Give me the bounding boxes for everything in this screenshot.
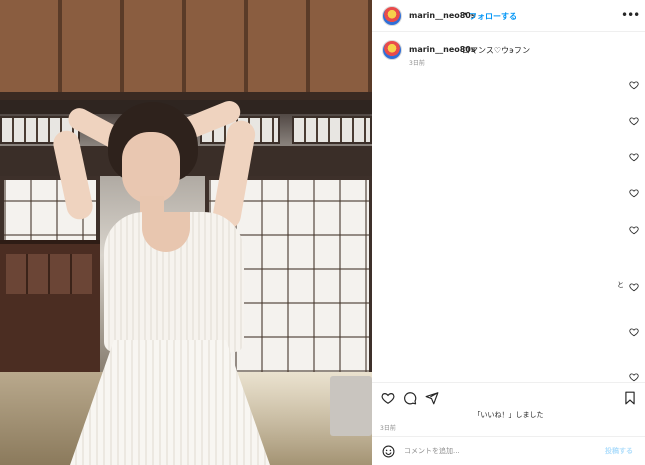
emoji-icon[interactable] [382, 445, 395, 458]
person-face [122, 132, 180, 204]
separator-dot: • [463, 10, 468, 19]
share-icon[interactable] [425, 391, 439, 405]
post-side-panel: marin__neo80s • フォローする ••• marin__neo80s… [372, 0, 645, 465]
heart-icon[interactable] [381, 391, 395, 405]
post-comment-button[interactable]: 投稿する [605, 446, 633, 456]
caption-avatar[interactable] [382, 40, 402, 60]
person-dress-top [104, 212, 244, 352]
comment-heart-icon[interactable] [629, 225, 639, 235]
avatar[interactable] [382, 6, 402, 26]
post-header: marin__neo80s • フォローする ••• [372, 0, 645, 32]
comment-heart-icon[interactable] [629, 80, 639, 90]
person-dress-skirt [70, 340, 270, 465]
truncated-comment-text: と [617, 281, 624, 289]
bookmark-icon[interactable] [623, 391, 637, 405]
action-bar [372, 382, 645, 410]
comment-heart-icon[interactable] [629, 372, 639, 382]
comment-heart-icon[interactable] [629, 116, 639, 126]
more-icon[interactable]: ••• [621, 6, 640, 24]
photo-person [0, 0, 372, 465]
post-photo[interactable] [0, 0, 372, 465]
comment-input[interactable] [404, 443, 594, 459]
caption-time[interactable]: 3日前 [409, 58, 425, 67]
caption-text: ロマンス♡ウ϶フン [462, 46, 531, 55]
post-time[interactable]: 3日前 [380, 423, 396, 432]
person-arm-left [50, 128, 96, 222]
comment-icon[interactable] [403, 391, 417, 405]
comment-heart-icon[interactable] [629, 188, 639, 198]
follow-button[interactable]: フォローする [469, 11, 517, 22]
likes-text[interactable]: 「いいね！」しました [372, 410, 645, 420]
comment-bar: 投稿する [372, 436, 645, 465]
comment-heart-icon[interactable] [629, 327, 639, 337]
comment-heart-icon[interactable] [629, 282, 639, 292]
comment-heart-icon[interactable] [629, 152, 639, 162]
caption: marin__neo80s ロマンス♡ウ϶フン 3日前 [372, 32, 645, 72]
